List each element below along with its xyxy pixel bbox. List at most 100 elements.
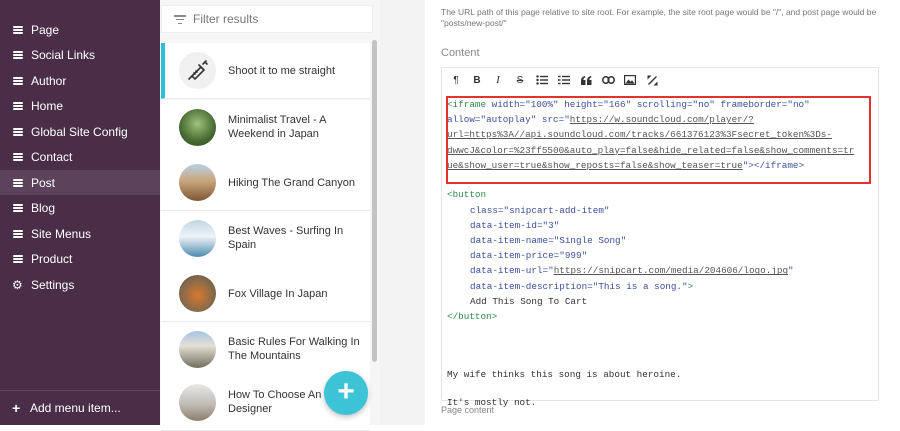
sidebar-item-label: Global Site Config: [31, 124, 128, 139]
code-line: Add This Song To Cart: [470, 294, 587, 309]
filter-icon: [174, 15, 186, 24]
content-label: Content: [441, 47, 480, 59]
sidebar-item-label: Contact: [31, 150, 73, 164]
code-token: "Single Song": [553, 235, 627, 247]
code-token: data-item-description=: [470, 280, 593, 292]
sidebar-item-blog[interactable]: Blog: [0, 196, 160, 221]
gear-icon: ⚙: [12, 277, 23, 292]
page-content-help: Page content: [441, 405, 495, 415]
path-help-text: The URL path of this page relative to si…: [441, 7, 877, 28]
sidebar-item-site-menus[interactable]: Site Menus: [0, 221, 160, 246]
entry-title: Shoot it to me straight: [228, 65, 335, 77]
add-menu-item-button[interactable]: + Add menu item...: [0, 396, 160, 420]
sidebar-item-home[interactable]: Home: [0, 94, 160, 119]
sidebar-item-page[interactable]: Page: [0, 17, 160, 42]
bulleted-list-icon[interactable]: [534, 72, 550, 88]
sidebar-item-author[interactable]: Author: [0, 68, 160, 93]
menu-icon: [13, 102, 23, 110]
code-token: data-item-price=: [470, 250, 560, 262]
plus-icon: +: [12, 400, 21, 416]
sidebar-item-label: Social Links: [31, 48, 96, 62]
code-token: class=: [470, 204, 504, 216]
entry-list-item[interactable]: Basic Rules For Walking In The Mountains: [161, 322, 370, 378]
menu-icon: [13, 153, 23, 161]
code-line: data-item-description="This is a song.">: [470, 279, 693, 294]
entry-thumbnail: [179, 164, 216, 201]
menu-icon: [13, 127, 23, 136]
editor-toolbar: ¶ B I S: [442, 68, 878, 92]
code-token: <button: [447, 189, 487, 201]
sidebar-item-product[interactable]: Product: [0, 247, 160, 272]
menu-icon: [13, 76, 23, 85]
entry-thumbnail: [179, 109, 216, 146]
entry-thumbnail: [179, 220, 216, 257]
italic-icon[interactable]: I: [490, 72, 506, 88]
entry-list-item[interactable]: Hiking The Grand Canyon: [161, 155, 370, 211]
sidebar-item-contact[interactable]: Contact: [0, 145, 160, 170]
code-token: ": [788, 265, 794, 277]
code-token: data-item-url=: [470, 265, 549, 277]
code-line: <button: [447, 187, 486, 202]
menu-icon: [13, 25, 23, 34]
filter-input[interactable]: Filter results: [161, 5, 373, 33]
entry-thumbnail: [179, 384, 216, 421]
code-line: data-item-url= "https://snipcart.com/medi…: [470, 263, 794, 278]
sidebar-item-social-links[interactable]: Social Links: [0, 43, 160, 68]
code-token: "999": [559, 250, 588, 262]
entry-list-item[interactable]: Shoot it to me straight: [161, 43, 370, 99]
code-line: My wife thinks this song is about heroin…: [447, 367, 681, 382]
entry-title: Hiking The Grand Canyon: [228, 177, 355, 189]
sidebar-divider: [0, 390, 160, 391]
sidebar-item-label: Page: [31, 22, 60, 37]
sidebar-item-post[interactable]: Post: [0, 170, 160, 195]
iframe-highlight-box: [446, 96, 871, 184]
entry-list-item[interactable]: Fox Village In Japan: [161, 266, 370, 322]
code-token: "snipcart-add-item": [503, 204, 610, 216]
entry-thumbnail: [179, 331, 216, 368]
code-token: data-item-id=: [470, 219, 543, 231]
quote-icon[interactable]: [578, 72, 594, 88]
entry-title: Minimalist Travel - A Weekend in Japan: [228, 114, 326, 140]
image-icon[interactable]: [622, 72, 638, 88]
entries-scrollbar[interactable]: [372, 40, 377, 362]
add-menu-item-label: Add menu item...: [30, 401, 121, 415]
code-token: data-item-name=: [470, 235, 554, 247]
paragraph-icon[interactable]: ¶: [448, 72, 464, 88]
sidebar-item-label: Site Menus: [31, 226, 92, 241]
numbered-list-icon[interactable]: [556, 72, 572, 88]
entry-thumbnail: [179, 275, 216, 312]
menu-icon: [13, 204, 23, 212]
menu-icon: [13, 178, 23, 187]
code-token: My wife thinks this song is about heroin…: [447, 368, 682, 380]
menu-icon: [13, 51, 23, 59]
sidebar-item-label: Product: [31, 252, 73, 266]
code-line: data-item-id="3": [470, 218, 559, 233]
sidebar-item-label: Blog: [31, 201, 56, 215]
sidebar-item-settings[interactable]: ⚙ Settings: [0, 272, 160, 297]
strikethrough-icon[interactable]: S: [512, 72, 528, 88]
code-line: class="snipcart-add-item": [470, 203, 610, 218]
bold-icon[interactable]: B: [469, 72, 485, 88]
code-line: </button>: [447, 309, 497, 324]
menu-icon: [13, 229, 23, 238]
add-entry-button[interactable]: +: [324, 371, 368, 415]
code-token: </button>: [447, 311, 498, 323]
link-icon[interactable]: [600, 72, 616, 88]
code-line: data-item-name="Single Song": [470, 233, 626, 248]
sidebar-item-global-site-config[interactable]: Global Site Config: [0, 119, 160, 144]
sidebar-item-label: Author: [31, 73, 67, 88]
sidebar-item-label: Settings: [31, 277, 75, 292]
sidebar-item-label: Post: [31, 175, 56, 190]
fullscreen-icon[interactable]: [644, 72, 660, 88]
entry-title: Fox Village In Japan: [228, 288, 328, 300]
code-token: "3": [542, 219, 560, 231]
entry-title: Basic Rules For Walking In The Mountains: [228, 336, 360, 362]
syringe-icon: [179, 52, 216, 89]
entry-list-item[interactable]: Best Waves - Surfing In Spain: [161, 211, 370, 267]
code-token: Add This Song To Cart: [470, 295, 588, 307]
code-line: data-item-price="999": [470, 248, 587, 263]
entry-list-item[interactable]: Minimalist Travel - A Weekend in Japan: [161, 100, 370, 156]
code-token: "This is a song.": [592, 280, 688, 292]
code-token: >: [687, 280, 694, 292]
code-token[interactable]: https://snipcart.com/media/204606/logo.j…: [554, 265, 788, 276]
